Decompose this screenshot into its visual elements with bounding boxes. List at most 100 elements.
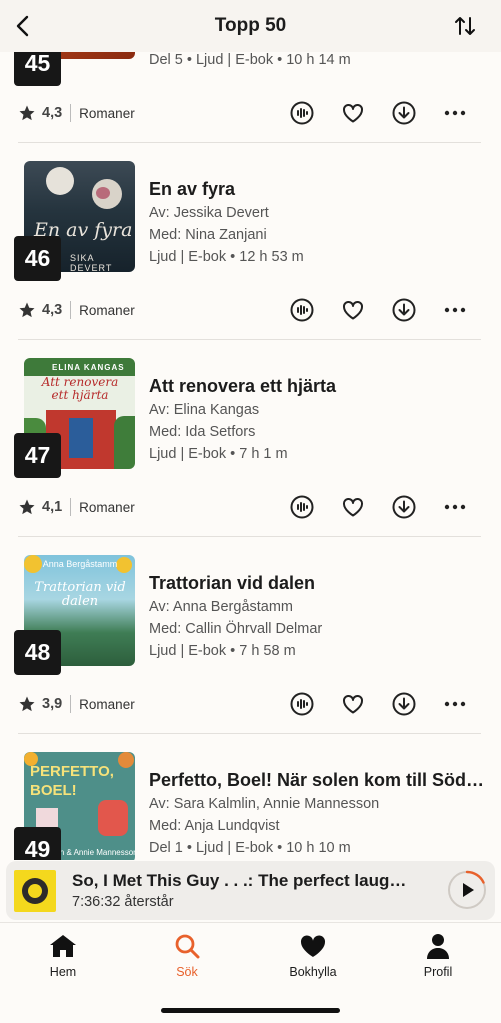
list-item[interactable]: PERFETTO, BOEL! Kalmlin & Annie Mannesso… [0,734,501,860]
rating-value: 4,3 [42,105,63,121]
star-icon [19,696,35,712]
book-title[interactable]: Att renovera ett hjärta [149,375,489,397]
cover-title: Trattorian vid dalen [34,580,126,609]
more-icon [444,110,466,116]
like-button[interactable] [340,494,366,520]
sample-button[interactable] [289,297,315,323]
download-button[interactable] [391,494,417,520]
book-narrator: Med: Anja Lundqvist [149,818,280,834]
book-author: Av: Anna Bergåstamm [149,599,294,615]
book-narrator: Med: Nina Zanjani [149,227,267,243]
audio-sample-icon [290,495,314,519]
tab-label: Hem [49,965,77,979]
divider [70,301,72,319]
more-button[interactable] [442,494,468,520]
audio-sample-icon [290,298,314,322]
home-indicator [161,1008,340,1013]
sample-button[interactable] [289,691,315,717]
rating-value: 4,1 [42,499,63,515]
book-format: Ljud | E-bok • 12 h 53 m [149,249,304,265]
genre-label: Romaner [79,105,135,121]
rank-badge: 48 [14,630,61,675]
star-icon [19,302,35,318]
more-icon [444,307,466,313]
book-title[interactable]: Trattorian vid dalen [149,572,489,594]
more-button[interactable] [442,297,468,323]
tab-label: Bokhylla [289,965,337,979]
player-time-left: 7:36:32 återstår [72,894,174,910]
list-item[interactable]: Anna Bergåstamm Trattorian vid dalen 48 … [0,537,501,734]
player-cover[interactable] [14,870,56,912]
book-format: Ljud | E-bok • 7 h 58 m [149,643,296,659]
sample-button[interactable] [289,100,315,126]
page-title: Topp 50 [214,15,287,36]
book-author: Av: Jessika Devert [149,205,269,221]
download-icon [392,692,416,716]
heart-icon [343,497,363,517]
audio-sample-icon [290,692,314,716]
more-button[interactable] [442,691,468,717]
rank-badge: 46 [14,236,61,281]
book-narrator: Med: Ida Setfors [149,424,256,440]
more-icon [444,701,466,707]
home-icon [50,935,76,957]
download-button[interactable] [391,297,417,323]
more-icon [444,504,466,510]
heart-icon [343,300,363,320]
download-icon [392,495,416,519]
book-title[interactable]: En av fyra [149,178,489,200]
download-icon [392,101,416,125]
tab-home[interactable]: Hem [18,933,108,979]
book-format: Del 5 • Ljud | E-bok • 10 h 14 m [149,52,351,68]
genre-label: Romaner [79,302,135,318]
tab-label: Profil [423,965,453,979]
book-title[interactable]: Perfetto, Boel! När solen kom till Söd… [149,769,489,791]
tab-bookshelf[interactable]: Bokhylla [268,933,358,979]
genre-label: Romaner [79,696,135,712]
list-item[interactable]: ELINA KANGAS Att renovera ett hjärta 47 … [0,340,501,537]
rank-badge: 47 [14,433,61,478]
like-button[interactable] [340,691,366,717]
genre-label: Romaner [79,499,135,515]
tab-search[interactable]: Sök [142,933,232,979]
top-list: TILIGASTE SINN 45 Del 5 • Ljud | E-bok •… [0,0,501,860]
book-narrator: Med: Callin Öhrvall Delmar [149,621,323,637]
heart-icon [343,694,363,714]
book-format: Ljud | E-bok • 7 h 1 m [149,446,288,462]
tab-label: Sök [176,965,198,979]
cover-author: SIKA DEVERT [70,253,113,272]
player-title[interactable]: So, I Met This Guy . . .: The perfect la… [72,871,432,891]
cover-author: Anna Bergåstamm [42,559,118,569]
rating-value: 3,9 [42,696,63,712]
play-button[interactable] [447,870,487,910]
tab-profile[interactable]: Profil [393,933,483,979]
cover-title: PERFETTO, BOEL! [30,763,114,799]
divider [70,104,72,122]
like-button[interactable] [340,100,366,126]
cover-author: ELINA KANGAS [52,363,125,372]
download-icon [392,298,416,322]
divider [70,498,72,516]
download-button[interactable] [391,100,417,126]
heart-icon [300,935,326,957]
top-bar: Topp 50 [0,0,501,52]
divider [70,695,72,713]
audio-sample-icon [290,101,314,125]
profile-icon [427,934,449,959]
rating-value: 4,3 [42,302,63,318]
star-icon [19,499,35,515]
sample-button[interactable] [289,494,315,520]
book-author: Av: Sara Kalmlin, Annie Mannesson [149,796,380,812]
more-button[interactable] [442,100,468,126]
book-format: Del 1 • Ljud | E-bok • 10 h 10 m [149,840,351,856]
sort-button[interactable] [453,14,477,38]
cover-title: Att renovera ett hjärta [41,375,119,402]
book-author: Av: Elina Kangas [149,402,260,418]
mini-player[interactable]: So, I Met This Guy . . .: The perfect la… [6,861,495,920]
back-button[interactable] [12,14,34,38]
heart-icon [343,103,363,123]
like-button[interactable] [340,297,366,323]
download-button[interactable] [391,691,417,717]
star-icon [19,105,35,121]
list-item[interactable]: En av fyra SIKA DEVERT 46 En av fyra Av:… [0,143,501,340]
